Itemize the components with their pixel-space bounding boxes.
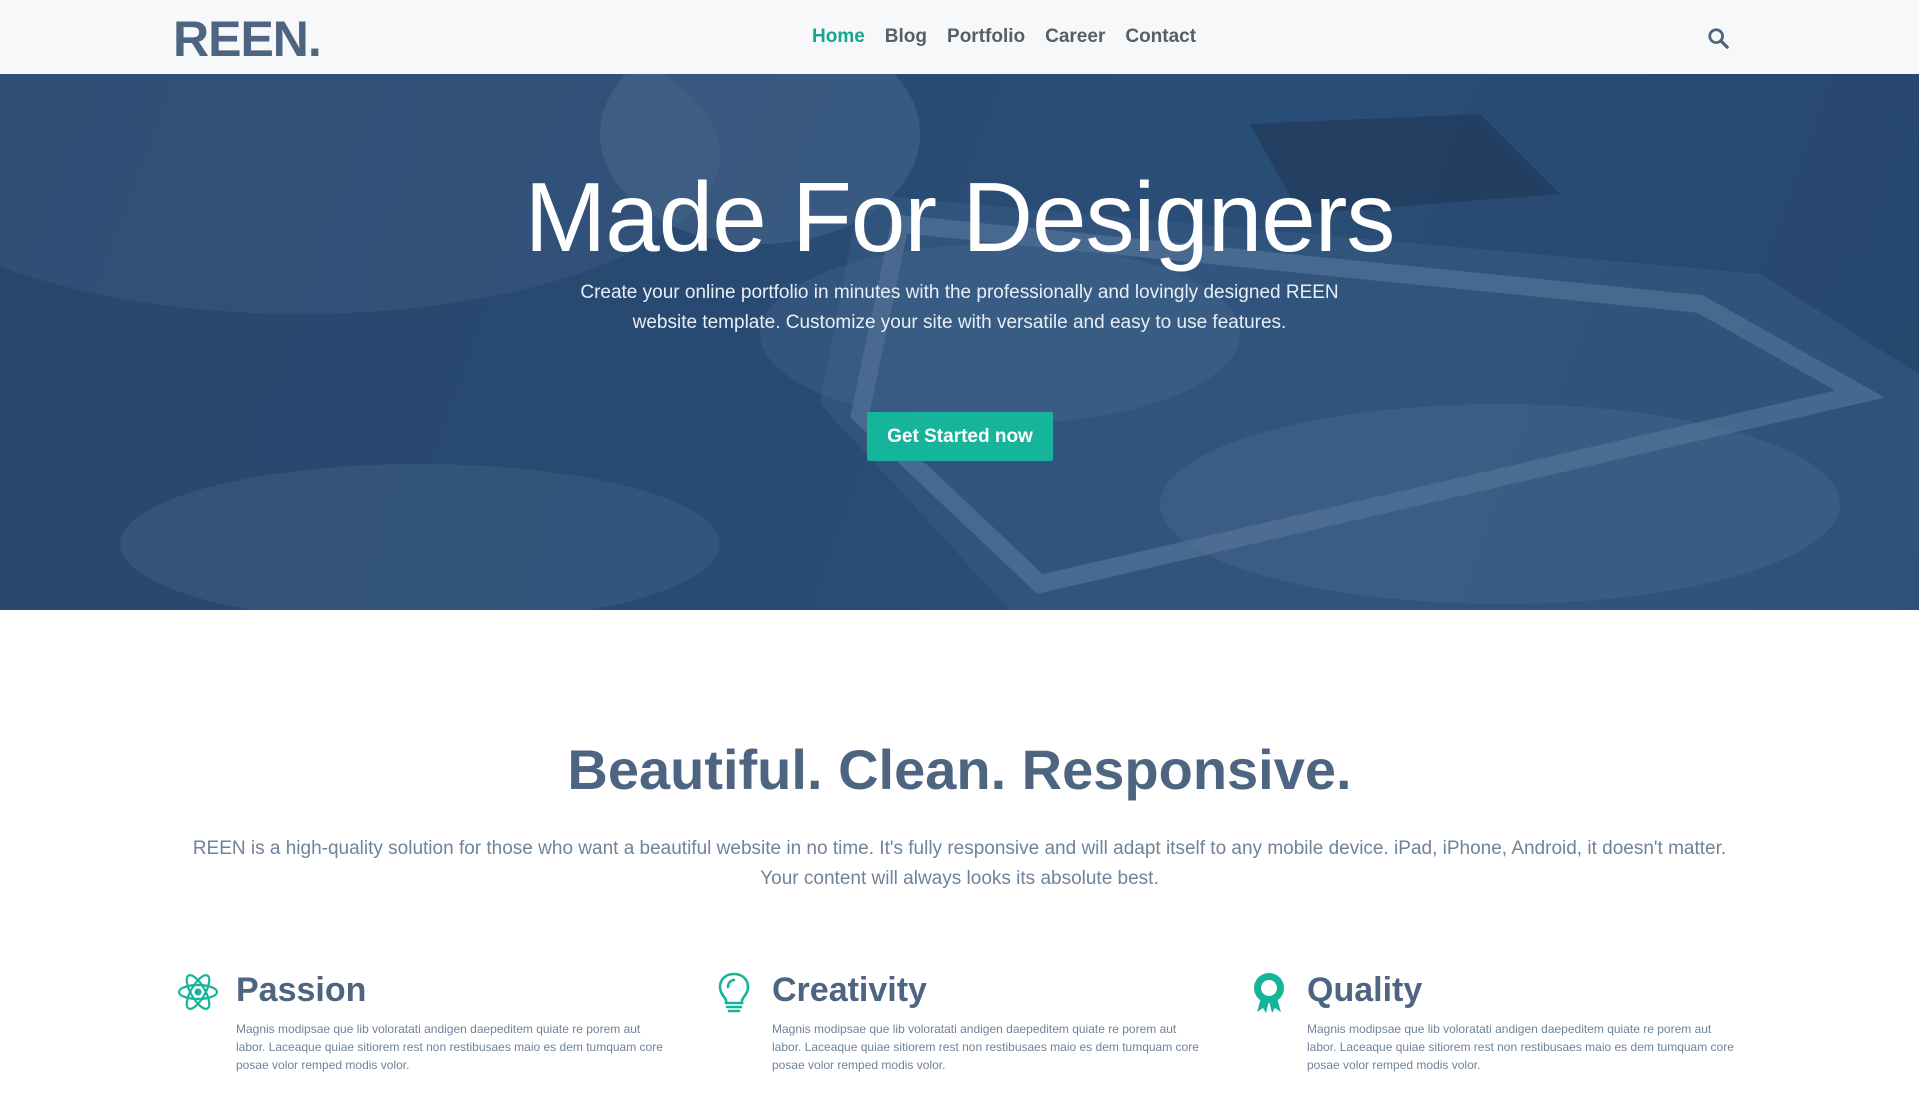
feature-title: Passion (236, 971, 367, 1009)
feature-title: Creativity (772, 971, 927, 1009)
nav-item-portfolio[interactable]: Portfolio (947, 26, 1025, 48)
hero-background-image (0, 74, 1919, 610)
lightbulb-icon (718, 972, 750, 1013)
feature-text: Magnis modipsae que lib voloratati andig… (772, 1022, 1199, 1072)
feature-text: Magnis modipsae que lib voloratati andig… (1307, 1022, 1734, 1072)
section-title: Beautiful. Clean. Responsive. (567, 738, 1352, 801)
section-description: REEN is a high-quality solution for thos… (192, 838, 1727, 889)
hero-section: Made For Designers Create your online po… (0, 74, 1919, 610)
navbar: REEN. Home Blog Portfolio Career Contact (0, 0, 1919, 74)
hero-subtitle-line-1: Create your online portfolio in minutes … (580, 282, 1339, 303)
atom-icon (177, 974, 219, 1010)
search-icon[interactable] (1707, 27, 1729, 49)
hero-subtitle-line-2: website template. Customize your site wi… (632, 312, 1287, 333)
hero-subtitle: Create your online portfolio in minutes … (0, 278, 1919, 338)
hero-title: Made For Designers (524, 162, 1396, 272)
award-icon (1254, 973, 1284, 1013)
logo[interactable]: REEN. (173, 12, 322, 66)
feature-text: Magnis modipsae que lib voloratati andig… (236, 1022, 663, 1072)
feature-title: Quality (1307, 971, 1423, 1009)
nav-item-contact[interactable]: Contact (1125, 26, 1196, 48)
get-started-button[interactable]: Get Started now (867, 412, 1053, 461)
main-nav: Home Blog Portfolio Career Contact (812, 0, 1196, 74)
nav-item-home[interactable]: Home (812, 26, 865, 48)
nav-item-career[interactable]: Career (1045, 26, 1105, 48)
nav-item-blog[interactable]: Blog (885, 26, 927, 48)
